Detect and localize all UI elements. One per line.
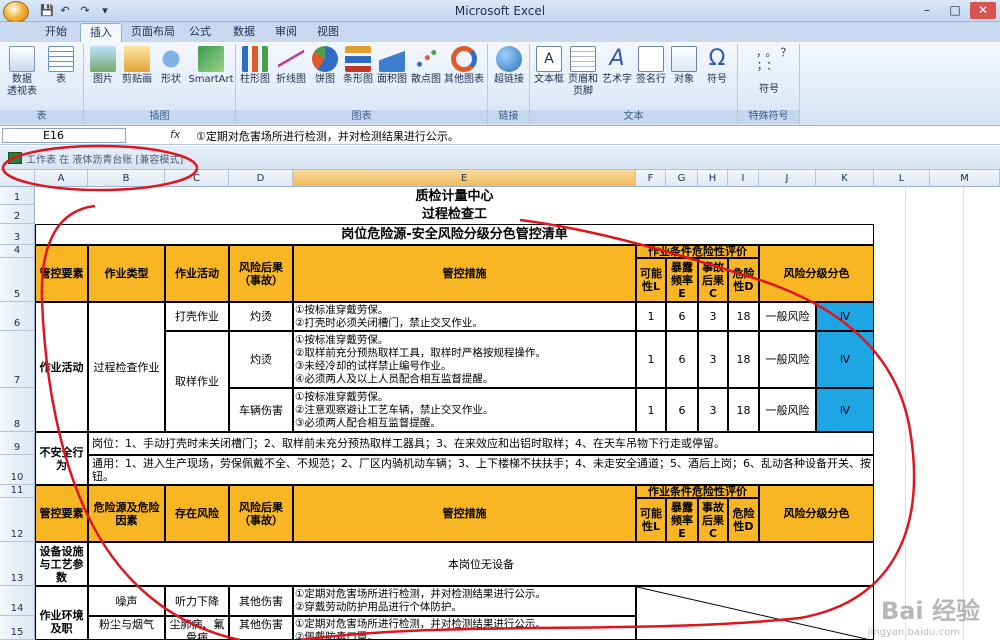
annotation-circle-doc-title bbox=[1, 144, 199, 192]
annotation-curve-right bbox=[299, 218, 916, 640]
baidu-watermark-url: jingyan.baidu.com bbox=[867, 627, 960, 638]
annotation-curve-left bbox=[40, 204, 241, 640]
baidu-watermark: Bai 经验 bbox=[880, 597, 980, 625]
red-annotation-overlay bbox=[1, 144, 916, 640]
